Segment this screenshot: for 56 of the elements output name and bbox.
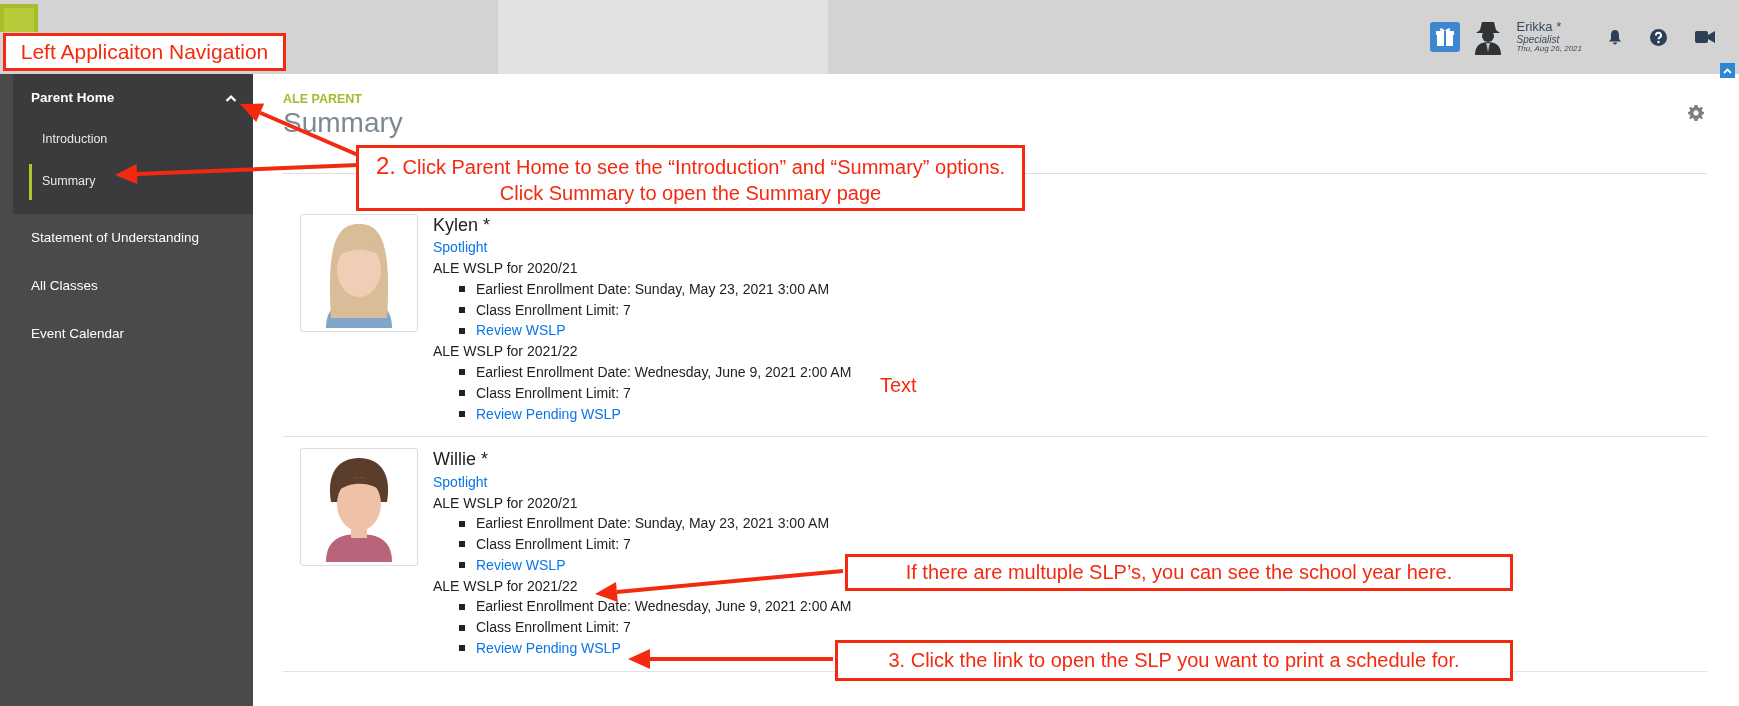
- plan-title: ALE WSLP for 2021/22: [433, 576, 578, 596]
- bullet-icon: [459, 410, 465, 417]
- annotation-callout: If there are multuple SLP’s, you can see the school year here.: [845, 554, 1513, 591]
- bullet-icon: [459, 645, 465, 652]
- annotation-callout: 3. Click the link to open the SLP you want to print a schedule for.: [835, 640, 1513, 681]
- detail-text: Earliest Enrollment Date: Sunday, May 23, 2021 3:00 AM: [476, 279, 830, 299]
- detail-text: Class Enrollment Limit: 7: [476, 618, 631, 638]
- review-link[interactable]: Review WSLP: [476, 320, 566, 342]
- bullet-icon: [459, 286, 465, 293]
- sidebar-subitem[interactable]: Introduction: [29, 122, 124, 158]
- sidebar-group-header[interactable]: Parent Home: [13, 74, 253, 123]
- bullet-icon: [459, 562, 465, 569]
- bullet-icon: [459, 624, 465, 631]
- current-date: Thu, Aug 26, 2021: [1516, 45, 1582, 55]
- detail-text: Earliest Enrollment Date: Sunday, May 23, 2021 3:00 AM: [476, 514, 830, 534]
- sidebar-item[interactable]: Event Calendar: [0, 310, 253, 359]
- page-title: Summary: [283, 108, 403, 137]
- chevron-up-icon: [225, 94, 237, 103]
- spotlight-link[interactable]: Spotlight: [433, 473, 488, 490]
- plan-title: ALE WSLP for 2020/21: [433, 493, 578, 513]
- detail-text: Earliest Enrollment Date: Wednesday, June 9, 2021 2:00 AM: [476, 362, 852, 382]
- annotation-label: Text: [880, 373, 917, 398]
- sidebar-item[interactable]: All Classes: [0, 262, 253, 311]
- annotation-callout: 2. Click Parent Home to see the “Introduction” and “Summary” options. Click Summary to open the Summary page: [356, 145, 1025, 211]
- spotlight-link[interactable]: Spotlight: [433, 239, 488, 256]
- student-name: Kylen *: [433, 213, 492, 237]
- gift-button[interactable]: [1430, 22, 1461, 52]
- bell-icon[interactable]: [1608, 29, 1622, 45]
- section-label: ALE PARENT: [283, 91, 363, 108]
- sidebar-item[interactable]: Statement of Understanding: [0, 213, 253, 262]
- student-name: Willie *: [433, 448, 489, 472]
- help-icon[interactable]: [1650, 28, 1667, 46]
- detail-text: Class Enrollment Limit: 7: [476, 535, 631, 555]
- review-link[interactable]: Review Pending WSLP: [476, 638, 621, 659]
- chevron-up-icon: [1723, 67, 1732, 74]
- bullet-icon: [459, 306, 465, 313]
- bullet-icon: [459, 369, 465, 376]
- detail-text: Class Enrollment Limit: 7: [476, 383, 631, 403]
- bullet-icon: [459, 390, 465, 397]
- video-camera-icon[interactable]: [1695, 30, 1715, 44]
- bullet-icon: [459, 520, 465, 527]
- review-link[interactable]: Review WSLP: [476, 554, 566, 576]
- user-name: Erikka *: [1516, 19, 1563, 35]
- detail-text: Class Enrollment Limit: 7: [476, 300, 631, 320]
- plan-title: ALE WSLP for 2020/21: [433, 258, 578, 278]
- review-link[interactable]: Review Pending WSLP: [476, 403, 621, 425]
- bullet-icon: [459, 541, 465, 548]
- annotation-callout: Left Applicaiton Navigation: [3, 33, 286, 71]
- plan-title: ALE WSLP for 2021/22: [433, 342, 578, 362]
- settings-icon[interactable]: [1688, 105, 1704, 121]
- sidebar-subitem[interactable]: Summary: [29, 164, 112, 200]
- bullet-icon: [459, 603, 465, 610]
- bullet-icon: [459, 327, 465, 334]
- scroll-top-button[interactable]: [1720, 63, 1735, 78]
- detail-text: Earliest Enrollment Date: Wednesday, June 9, 2021 2:00 AM: [476, 597, 852, 617]
- user-role: Specialist: [1516, 34, 1561, 46]
